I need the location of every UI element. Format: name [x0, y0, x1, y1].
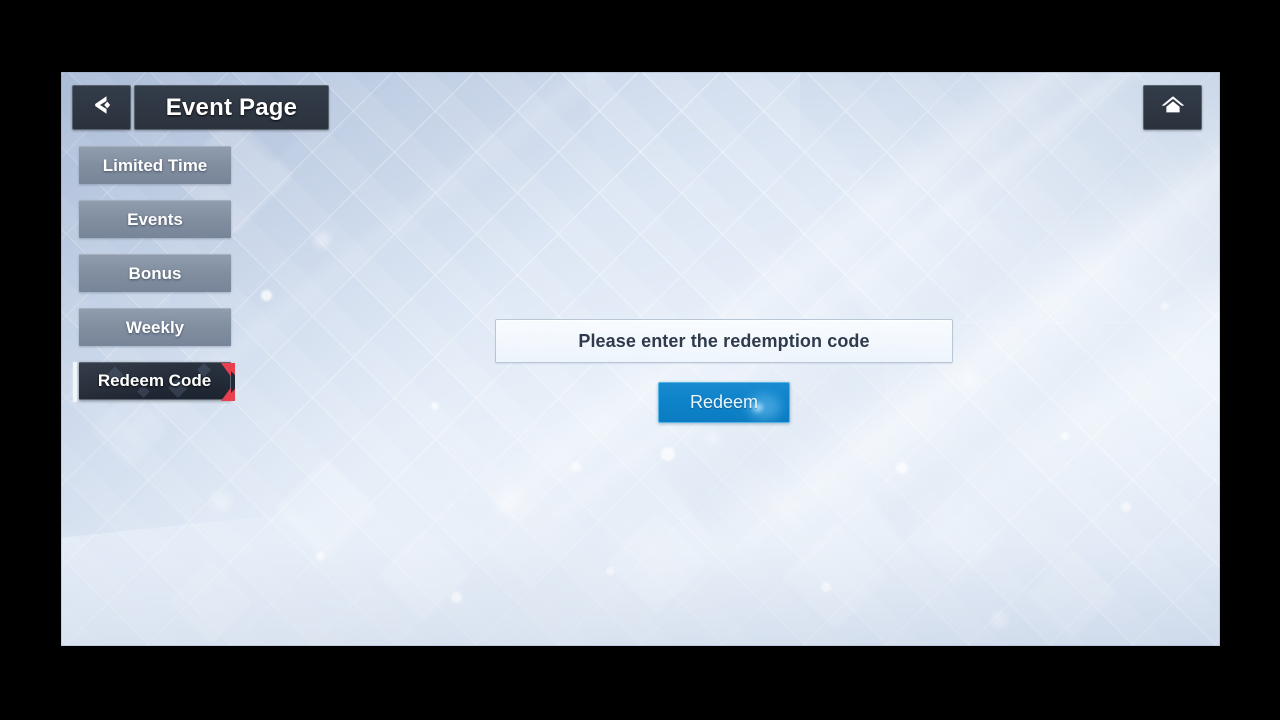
- sidebar-item-limited-time[interactable]: Limited Time: [79, 146, 231, 184]
- sidebar-active-indicator: [73, 362, 77, 402]
- decor-bokeh: [991, 612, 1007, 628]
- redeem-button-label: Redeem: [689, 392, 759, 412]
- decor-bokeh: [499, 492, 521, 514]
- sidebar-item-weekly[interactable]: Weekly: [79, 308, 231, 346]
- decor-bokeh: [661, 447, 675, 461]
- sidebar-item-label: Limited Time: [102, 155, 208, 175]
- screen-root: Event Page Limited Time Events Bonus Wee…: [0, 0, 1280, 720]
- decor-bokeh: [606, 567, 614, 575]
- sidebar-active-accent: [213, 363, 235, 401]
- decor-panel-outline: [966, 222, 1220, 553]
- game-viewport: Event Page Limited Time Events Bonus Wee…: [61, 72, 1220, 646]
- redeem-button[interactable]: Redeem: [658, 382, 790, 423]
- sidebar-item-events[interactable]: Events: [79, 200, 231, 238]
- decor-bokeh: [211, 492, 231, 512]
- decor-bokeh: [1121, 502, 1131, 512]
- back-chevron-icon: [91, 94, 113, 121]
- sidebar-nav: Limited Time Events Bonus Weekly Redeem …: [73, 146, 239, 416]
- decor-bokeh: [431, 402, 439, 410]
- page-title-label: Event Page: [165, 93, 298, 121]
- decor-bokeh: [451, 592, 462, 603]
- decor-bokeh: [821, 582, 831, 592]
- home-button[interactable]: [1143, 85, 1202, 130]
- sidebar-item-label: Weekly: [125, 317, 185, 337]
- sidebar-item-bonus[interactable]: Bonus: [79, 254, 231, 292]
- back-button[interactable]: [72, 85, 131, 130]
- decor-bokeh: [314, 232, 330, 248]
- sidebar-item-label: Events: [127, 209, 183, 229]
- home-icon: [1160, 93, 1186, 122]
- page-title: Event Page: [134, 85, 329, 130]
- decor-bokeh: [261, 290, 272, 301]
- decor-bokeh: [571, 462, 581, 472]
- decor-bokeh: [316, 552, 325, 561]
- decor-bokeh: [896, 462, 908, 474]
- decor-bokeh: [1061, 432, 1069, 440]
- decor-bokeh: [1161, 302, 1169, 310]
- sidebar-item-label: Redeem Code: [97, 371, 212, 390]
- decor-bokeh: [961, 372, 979, 390]
- redemption-code-placeholder: Please enter the redemption code: [578, 330, 870, 351]
- sidebar-item-label: Bonus: [128, 263, 182, 283]
- redemption-code-input[interactable]: Please enter the redemption code: [495, 319, 953, 363]
- sidebar-item-redeem-code[interactable]: Redeem Code: [73, 362, 235, 402]
- decor-bokeh: [707, 432, 719, 444]
